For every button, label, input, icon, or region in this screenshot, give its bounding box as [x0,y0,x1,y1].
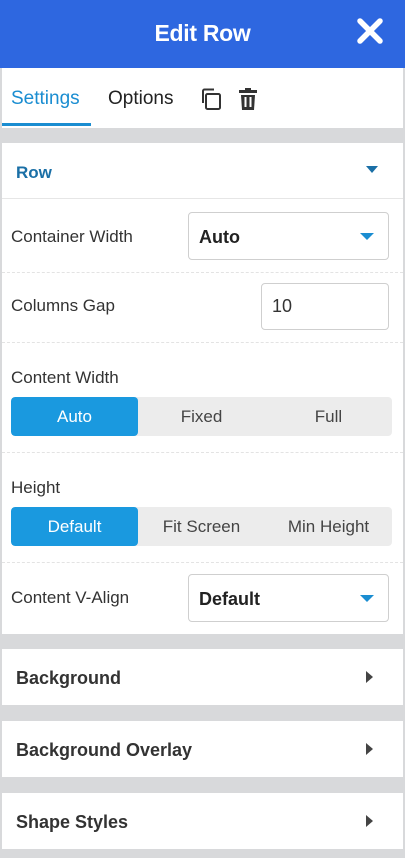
close-icon[interactable] [355,16,385,46]
height-fit-screen[interactable]: Fit Screen [138,507,265,546]
tab-options[interactable]: Options [108,88,173,110]
divider [2,342,403,343]
tab-settings[interactable]: Settings [11,88,80,110]
container-width-value: Auto [199,227,240,247]
content-width-auto[interactable]: Auto [11,397,138,436]
container-width-label: Container Width [11,227,133,246]
content-width-toggle: Auto Fixed Full [11,397,392,436]
caret-right-icon [366,743,373,755]
content-valign-select[interactable]: Default [188,574,389,622]
content-width-label: Content Width [11,368,119,387]
section-background-overlay-title: Background Overlay [16,740,193,760]
columns-gap-input[interactable] [261,283,389,330]
height-label: Height [11,478,61,497]
panel-header: Edit Row [0,0,405,68]
panel-title: Edit Row [154,20,251,46]
section-shape-styles[interactable]: Shape Styles [2,793,403,849]
caret-right-icon [366,815,373,827]
row-section-header[interactable]: Row [2,143,403,199]
copy-icon[interactable] [199,87,223,111]
divider [2,562,403,563]
row-section-title: Row [16,163,52,182]
content-valign-label: Content V-Align [11,588,130,607]
caret-down-icon [366,166,378,173]
content-width-full[interactable]: Full [265,397,392,436]
container-width-select[interactable]: Auto [188,212,389,260]
section-shape-styles-title: Shape Styles [16,812,129,832]
trash-icon[interactable] [236,87,260,111]
row-settings-panel: Row Container Width Auto Columns Gap Con… [2,143,403,634]
divider [2,452,403,453]
section-background[interactable]: Background [2,649,403,705]
active-tab-indicator [2,123,91,126]
chevron-down-icon [360,233,374,240]
height-toggle: Default Fit Screen Min Height [11,507,392,546]
height-default[interactable]: Default [11,507,138,546]
section-background-title: Background [16,668,122,688]
divider [2,272,403,273]
chevron-down-icon [360,595,374,602]
section-background-overlay[interactable]: Background Overlay [2,721,403,777]
columns-gap-label: Columns Gap [11,296,115,315]
content-valign-value: Default [199,589,261,609]
caret-right-icon [366,671,373,683]
height-min-height[interactable]: Min Height [265,507,392,546]
content-width-fixed[interactable]: Fixed [138,397,265,436]
tab-bar: Settings Options [2,68,403,128]
